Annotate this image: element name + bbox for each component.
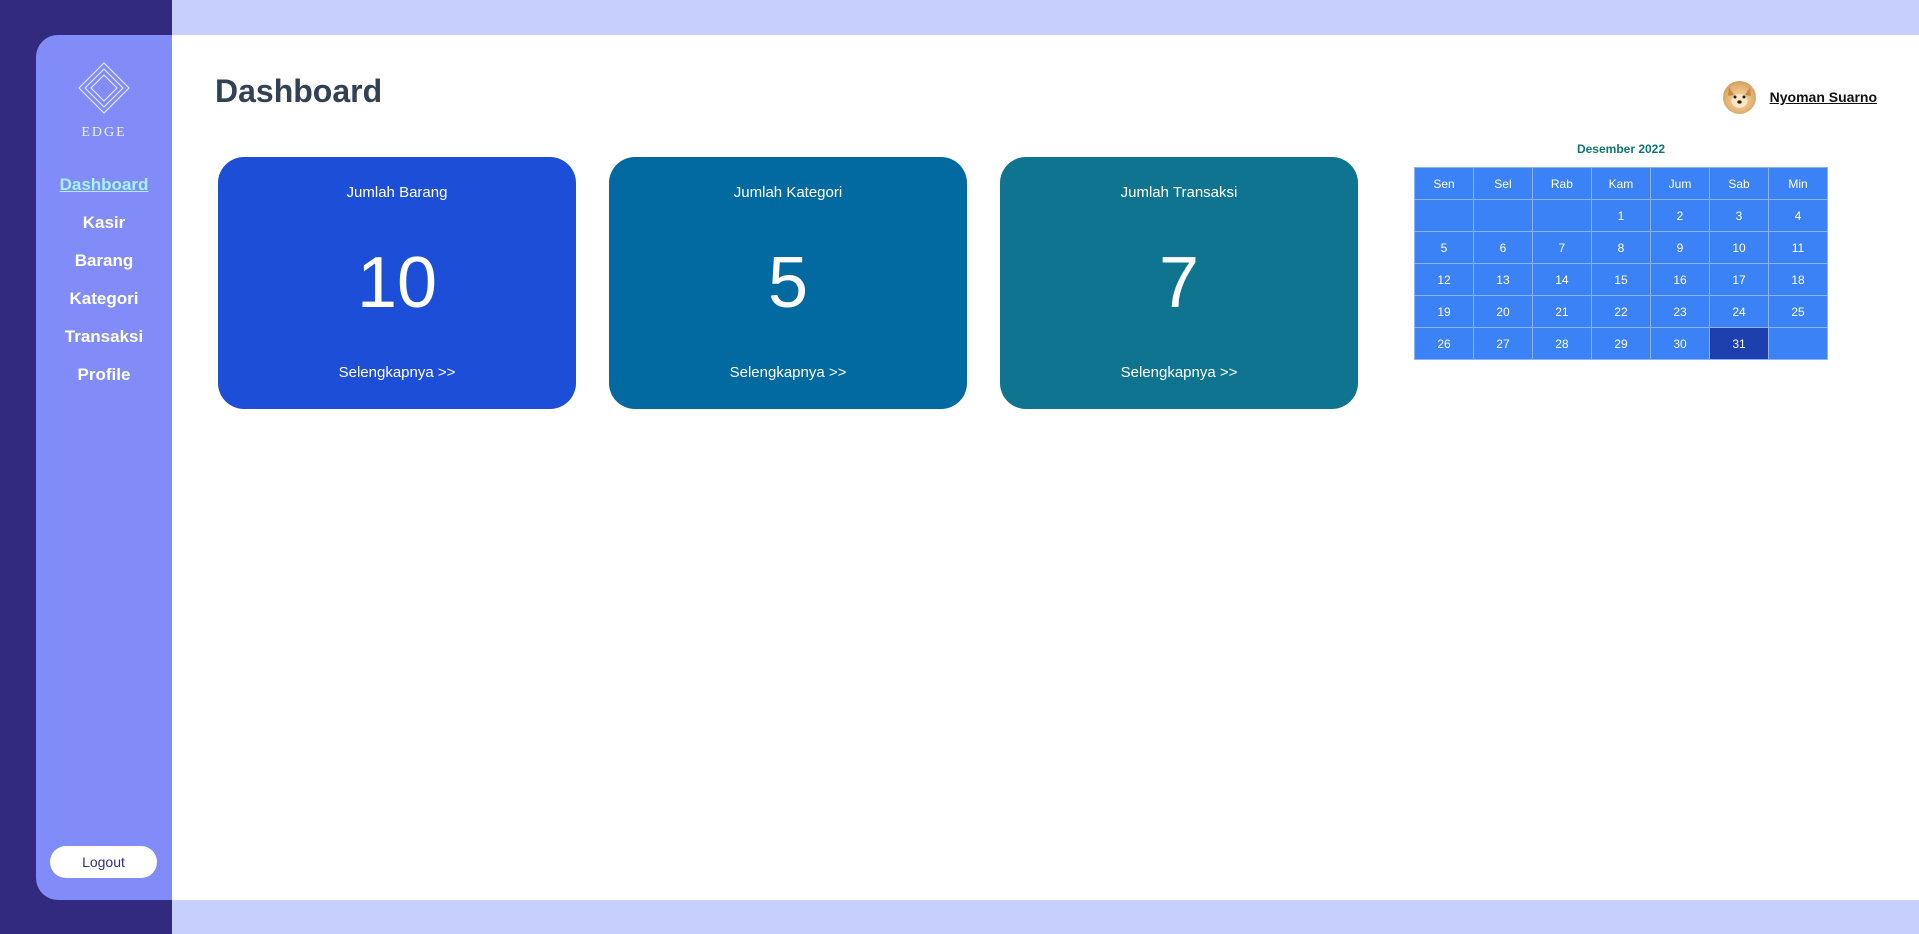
calendar-table: Sen Sel Rab Kam Jum Sab Min 1 2 3 4 5 6 … [1414, 167, 1828, 360]
calendar-day-cell: 25 [1768, 295, 1828, 328]
card-more-link[interactable]: Selengkapnya >> [218, 364, 576, 381]
sidebar-item-kasir[interactable]: Kasir [36, 204, 172, 242]
calendar-week-row: 1 2 3 4 [1414, 199, 1828, 232]
calendar-day-cell: 24 [1709, 295, 1770, 328]
calendar-today-cell: 31 [1709, 327, 1770, 360]
calendar-header-row: Sen Sel Rab Kam Jum Sab Min [1414, 167, 1828, 200]
calendar-day-cell: 14 [1531, 263, 1592, 296]
calendar-day-header: Min [1768, 167, 1828, 200]
calendar-day-header: Rab [1531, 167, 1592, 200]
calendar-day-header: Sel [1473, 167, 1533, 200]
card-value: 5 [767, 243, 809, 323]
calendar-day-cell: 7 [1531, 231, 1592, 264]
calendar-day-cell: 19 [1414, 295, 1474, 328]
sidebar-item-transaksi[interactable]: Transaksi [36, 318, 172, 356]
user-name-link[interactable]: Nyoman Suarno [1770, 89, 1877, 105]
card-jumlah-transaksi: Jumlah Transaksi 7 Selengkapnya >> [1000, 157, 1358, 409]
user-menu[interactable]: Nyoman Suarno [1722, 79, 1877, 115]
card-more-link[interactable]: Selengkapnya >> [1000, 364, 1358, 381]
calendar-day-header: Kam [1590, 167, 1651, 200]
card-title: Jumlah Transaksi [1120, 184, 1238, 201]
calendar-day-cell: 1 [1590, 199, 1651, 232]
calendar-day-cell: 13 [1473, 263, 1533, 296]
card-title: Jumlah Kategori [733, 184, 843, 201]
calendar-day-cell [1473, 199, 1533, 232]
page-title: Dashboard [215, 73, 383, 109]
calendar-day-cell: 22 [1590, 295, 1651, 328]
calendar-day-cell: 9 [1649, 231, 1711, 264]
calendar-day-cell: 11 [1768, 231, 1828, 264]
dog-avatar-icon [1727, 86, 1751, 108]
logout-button[interactable]: Logout [50, 846, 157, 878]
card-jumlah-kategori: Jumlah Kategori 5 Selengkapnya >> [609, 157, 967, 409]
calendar-day-cell: 23 [1649, 295, 1711, 328]
calendar-week-row: 19 20 21 22 23 24 25 [1414, 295, 1828, 328]
sidebar-item-label[interactable]: Barang [75, 251, 134, 270]
edge-logo-icon [78, 62, 130, 114]
card-value: 7 [1158, 243, 1200, 323]
calendar-day-cell: 21 [1531, 295, 1592, 328]
calendar-day-header: Jum [1649, 167, 1711, 200]
calendar-day-cell: 26 [1414, 327, 1474, 360]
calendar-day-cell: 2 [1649, 199, 1711, 232]
calendar-day-cell [1531, 199, 1592, 232]
calendar-caption: Desember 2022 [1576, 142, 1666, 156]
sidebar-item-profile[interactable]: Profile [36, 356, 172, 394]
sidebar-item-kategori[interactable]: Kategori [36, 280, 172, 318]
calendar-week-row: 26 27 28 29 30 31 [1414, 327, 1828, 360]
calendar-day-cell: 15 [1590, 263, 1651, 296]
calendar-day-cell: 8 [1590, 231, 1651, 264]
sidebar-item-label[interactable]: Transaksi [65, 327, 143, 346]
calendar-day-cell: 12 [1414, 263, 1474, 296]
calendar-day-header: Sab [1709, 167, 1770, 200]
calendar-day-cell: 28 [1531, 327, 1592, 360]
calendar-day-cell [1414, 199, 1474, 232]
sidebar-nav: Dashboard Kasir Barang Kategori Transaks… [36, 166, 172, 394]
calendar-day-cell: 6 [1473, 231, 1533, 264]
sidebar-item-label[interactable]: Profile [78, 365, 131, 384]
calendar-day-cell: 20 [1473, 295, 1533, 328]
calendar-day-cell: 16 [1649, 263, 1711, 296]
card-title: Jumlah Barang [346, 184, 448, 201]
calendar-day-cell [1768, 327, 1828, 360]
calendar: Desember 2022 Sen Sel Rab Kam Jum Sab Mi… [1414, 142, 1828, 360]
calendar-day-cell: 5 [1414, 231, 1474, 264]
sidebar-item-dashboard[interactable]: Dashboard [36, 166, 172, 204]
sidebar-item-label[interactable]: Kategori [70, 289, 139, 308]
calendar-day-cell: 30 [1649, 327, 1711, 360]
card-more-link[interactable]: Selengkapnya >> [609, 364, 967, 381]
calendar-day-cell: 10 [1709, 231, 1770, 264]
sidebar-item-label[interactable]: Dashboard [60, 175, 149, 194]
calendar-day-header: Sen [1414, 167, 1474, 200]
calendar-day-cell: 29 [1590, 327, 1651, 360]
calendar-day-cell: 27 [1473, 327, 1533, 360]
calendar-week-row: 5 6 7 8 9 10 11 [1414, 231, 1828, 264]
calendar-day-cell: 18 [1768, 263, 1828, 296]
card-value: 10 [356, 243, 438, 323]
calendar-day-cell: 17 [1709, 263, 1770, 296]
calendar-day-cell: 4 [1768, 199, 1828, 232]
calendar-week-row: 12 13 14 15 16 17 18 [1414, 263, 1828, 296]
calendar-day-cell: 3 [1709, 199, 1770, 232]
sidebar-item-label[interactable]: Kasir [83, 213, 126, 232]
logo-text: EDGE [81, 125, 127, 140]
sidebar-item-barang[interactable]: Barang [36, 242, 172, 280]
sidebar: EDGE Dashboard Kasir Barang Kategori Tra… [36, 35, 172, 900]
main-content: Dashboard Nyoman Suarno Jumlah Barang 10… [172, 35, 1919, 900]
card-jumlah-barang: Jumlah Barang 10 Selengkapnya >> [218, 157, 576, 409]
avatar[interactable] [1722, 80, 1756, 114]
